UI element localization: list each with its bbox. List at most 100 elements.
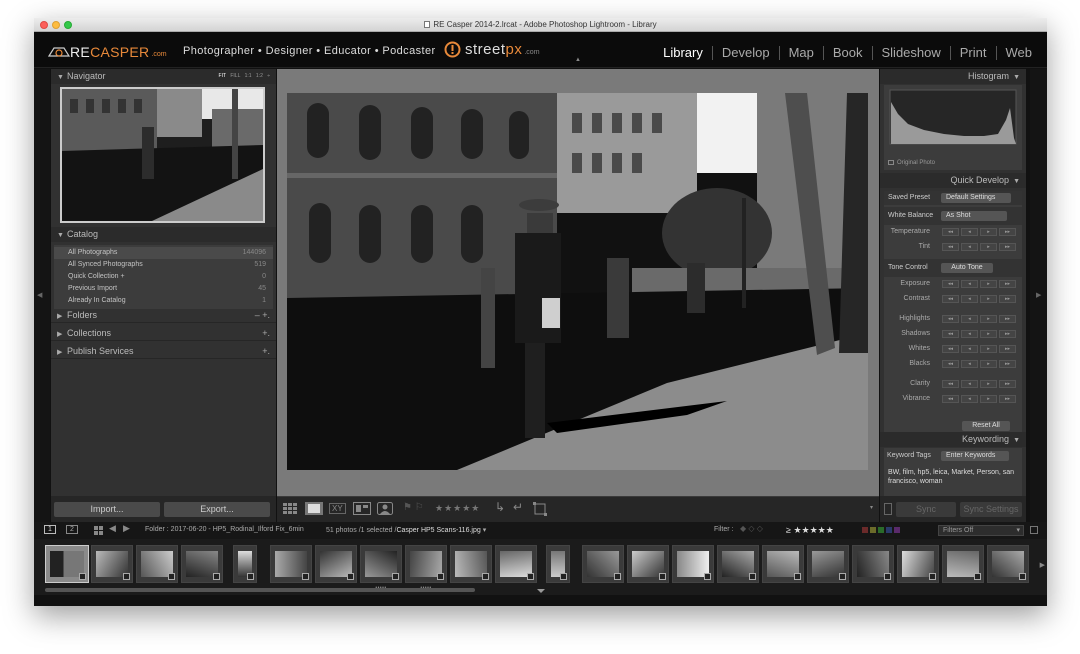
keywording-header[interactable]: Keywording ▼ [880,432,1026,447]
histogram-header[interactable]: Histogram ▼ [880,69,1026,84]
vibrance-buttons[interactable]: ◂◂ ◂ ▸ ▸▸ [942,395,1016,403]
filmstrip-scrollbar[interactable] [45,588,475,592]
survey-view-icon[interactable] [353,502,371,515]
filter-flag-icons[interactable]: ◆ ◇ ◇ [740,524,763,533]
filmstrip-thumb[interactable] [987,545,1029,583]
white-balance-dropdown[interactable]: As Shot [941,211,1007,221]
publish-services-header[interactable]: ▶ Publish Services +. [51,344,276,359]
module-library[interactable]: Library [654,46,712,60]
original-photo-checkbox[interactable] [888,160,894,165]
compare-view-icon[interactable]: XY [329,503,346,514]
back-arrow-icon[interactable]: ◀ [109,523,116,534]
zoom-1-1[interactable]: 1:1 [245,73,252,79]
collections-header[interactable]: ▶ Collections +. [51,326,276,341]
folder-source-label[interactable]: Folder : 2017-06-20 - HP5_Rodinal_Ilford… [145,526,304,533]
loupe-view[interactable]: ▲ [277,57,879,496]
catalog-item-quick-collection[interactable]: Quick Collection + 0 [54,271,273,283]
catalog-item-all-photographs[interactable]: All Photographs 144096 [54,247,273,259]
auto-sync-toggle[interactable] [884,503,892,515]
filters-dropdown[interactable]: Filters Off ▾ [938,525,1024,536]
clarity-buttons[interactable]: ◂◂ ◂ ▸ ▸▸ [942,380,1016,388]
module-web[interactable]: Web [995,46,1042,60]
quick-develop-header[interactable]: Quick Develop ▼ [880,173,1026,188]
filmstrip-thumb[interactable] [91,545,133,583]
catalog-item-all-synced[interactable]: All Synced Photographs 519 [54,259,273,271]
rating-stars[interactable]: ★★★★★ [435,503,480,514]
folders-header[interactable]: ▶ Folders – +. [51,308,276,323]
temperature-buttons[interactable]: ◂◂ ◂ ▸ ▸▸ [942,228,1016,236]
people-view-icon[interactable] [377,502,393,515]
filmstrip-thumb[interactable] [627,545,669,583]
forward-arrow-icon[interactable]: ▶ [123,523,130,534]
contrast-buttons[interactable]: ◂◂ ◂ ▸ ▸▸ [942,295,1016,303]
filmstrip-thumb[interactable] [807,545,849,583]
shadows-buttons[interactable]: ◂◂ ◂ ▸ ▸▸ [942,330,1016,338]
filter-rating[interactable]: ≥ ★★★★★ [786,525,834,536]
filmstrip-thumb[interactable] [450,545,492,583]
filmstrip-thumb[interactable] [181,545,223,583]
filmstrip-thumb[interactable] [762,545,804,583]
whites-buttons[interactable]: ◂◂ ◂ ▸ ▸▸ [942,345,1016,353]
filmstrip-thumb[interactable] [672,545,714,583]
catalog-item-already-in-catalog[interactable]: Already In Catalog 1 [54,295,273,307]
reset-all-button[interactable]: Reset All [962,421,1010,431]
navigator-header[interactable]: ▼ Navigator FIT FILL 1:1 1:2 ÷ [51,69,276,84]
catalog-item-previous-import[interactable]: Previous Import 45 [54,283,273,295]
loupe-view-icon[interactable] [305,502,323,515]
filmstrip-thumb[interactable] [45,545,89,583]
secondary-window-button[interactable]: 2 [66,525,78,534]
filmstrip-thumb[interactable] [897,545,939,583]
zoom-1-2[interactable]: 1:2 ÷ [256,73,270,79]
crop-overlay-icon[interactable] [533,502,547,516]
zoom-fill[interactable]: FILL [230,73,240,79]
module-develop[interactable]: Develop [711,46,779,60]
collections-actions[interactable]: +. [262,326,270,341]
filmstrip-thumb[interactable] [942,545,984,583]
navigator-preview[interactable] [60,87,265,223]
sync-settings-button[interactable]: Sync Settings [960,502,1022,517]
filmstrip-scroll-right-icon[interactable]: ▶ [1040,561,1045,569]
highlights-buttons[interactable]: ◂◂ ◂ ▸ ▸▸ [942,315,1016,323]
filmstrip-thumb[interactable] [495,545,537,583]
filmstrip-thumb[interactable] [582,545,624,583]
publish-services-actions[interactable]: +. [262,344,270,359]
filmstrip-thumb[interactable] [546,545,570,583]
filmstrip-thumb[interactable] [405,545,447,583]
close-window-button[interactable] [40,21,48,29]
module-print[interactable]: Print [949,46,996,60]
export-button[interactable]: Export... [164,502,270,517]
grid-view-icon[interactable] [283,503,297,514]
filmstrip-thumb[interactable] [360,545,402,583]
left-panel-toggle[interactable]: ◀ [34,69,50,522]
auto-tone-button[interactable]: Auto Tone [941,263,993,273]
flag-icons[interactable]: ⚑ ⚐ [403,502,424,513]
saved-preset-dropdown[interactable]: Default Settings [941,193,1011,203]
zoom-fit[interactable]: FIT [219,73,226,79]
tint-buttons[interactable]: ◂◂ ◂ ▸ ▸▸ [942,243,1016,251]
blacks-buttons[interactable]: ◂◂ ◂ ▸ ▸▸ [942,360,1016,368]
module-map[interactable]: Map [778,46,823,60]
selected-filename[interactable]: Casper HP5 Scans-116.jpg [396,527,480,534]
module-slideshow[interactable]: Slideshow [871,46,950,60]
grid-icon[interactable] [94,526,103,535]
filmstrip-thumb[interactable] [315,545,357,583]
keyword-tags-dropdown[interactable]: Enter Keywords [941,451,1009,461]
rotate-right-icon[interactable]: ↵ [513,500,523,514]
filmstrip-thumb[interactable] [270,545,312,583]
top-panel-toggle-icon[interactable]: ▲ [575,57,581,63]
folders-actions[interactable]: – +. [255,308,270,323]
sync-button[interactable]: Sync [896,502,956,517]
toolbar-menu-icon[interactable]: ▾ [870,504,873,511]
rotate-left-icon[interactable]: ↳ [495,500,505,514]
filmstrip-thumb[interactable] [717,545,759,583]
bottom-panel-toggle-icon[interactable] [537,589,545,593]
filmstrip-thumb[interactable] [233,545,257,583]
zoom-window-button[interactable] [64,21,72,29]
color-label-filter[interactable] [862,527,900,533]
filter-lock-icon[interactable] [1030,526,1038,534]
module-book[interactable]: Book [822,46,872,60]
filmstrip-thumb[interactable] [852,545,894,583]
main-window-button[interactable]: 1 [44,525,56,534]
import-button[interactable]: Import... [54,502,160,517]
filmstrip-thumb[interactable] [136,545,178,583]
